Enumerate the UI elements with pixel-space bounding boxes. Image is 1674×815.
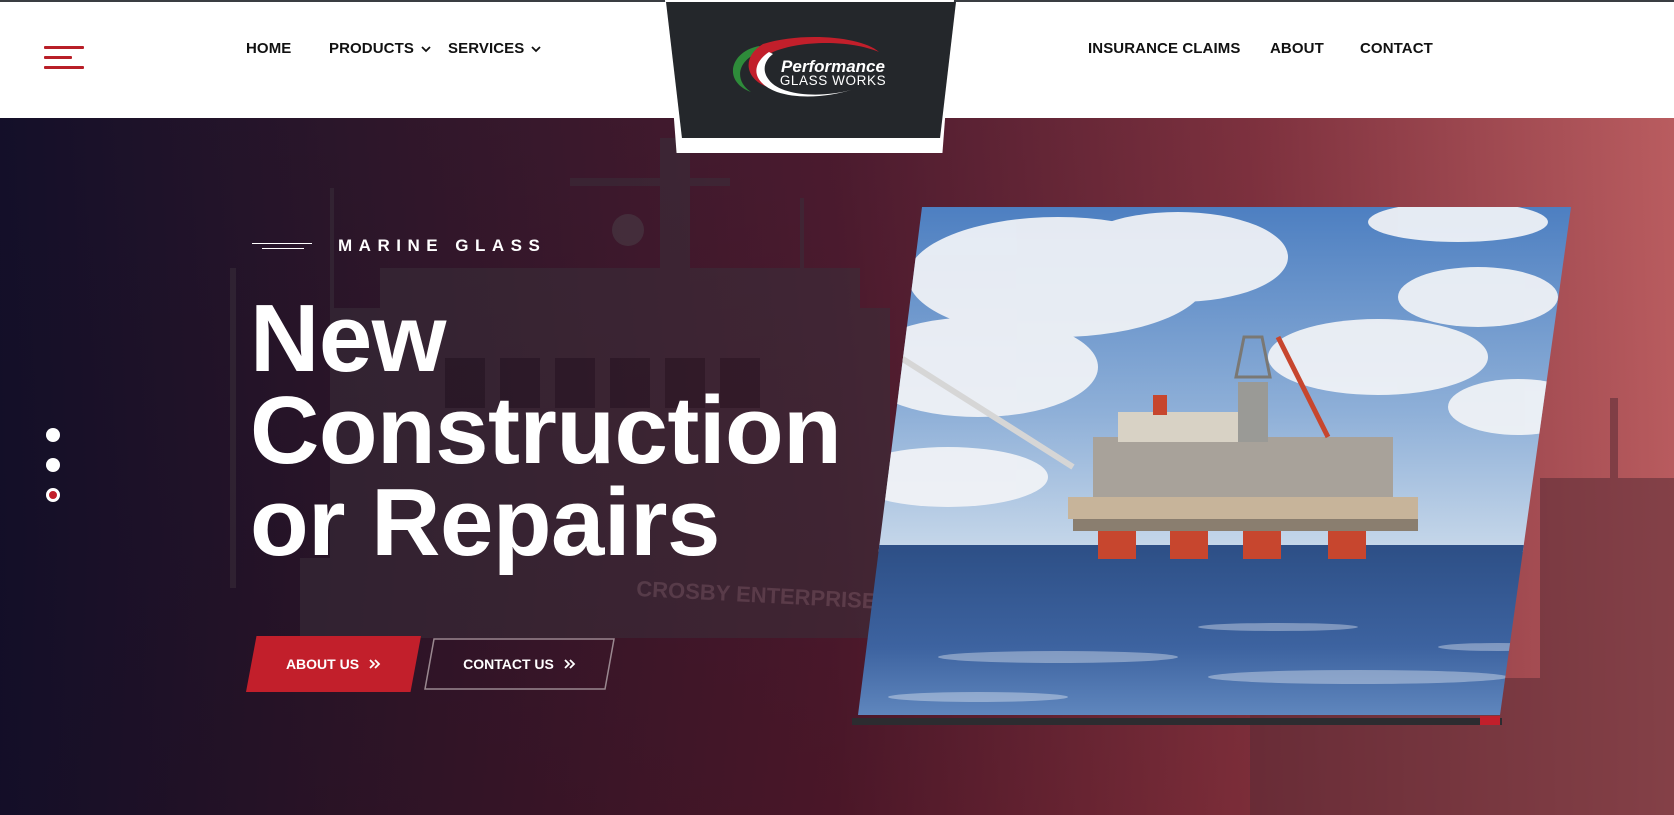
- nav-home-label: HOME: [246, 40, 292, 57]
- nav-about-label: ABOUT: [1270, 40, 1324, 57]
- hero-eyebrow-label: MARINE GLASS: [338, 236, 547, 255]
- slider-dot-3-active[interactable]: [46, 488, 60, 502]
- photo-shadow-bar: [852, 718, 1502, 725]
- oil-rig-image: [858, 207, 1571, 715]
- slider-dot-2[interactable]: [46, 458, 60, 472]
- contact-us-button[interactable]: CONTACT US: [424, 638, 615, 690]
- hero-eyebrow: MARINE GLASS: [252, 236, 546, 256]
- chevron-down-icon: [421, 45, 431, 52]
- headline-line-2: Construction: [250, 377, 842, 484]
- slider-dot-1[interactable]: [46, 428, 60, 442]
- nav-contact[interactable]: CONTACT: [1360, 40, 1433, 57]
- eyebrow-lines-icon: [252, 240, 312, 252]
- nav-insurance-claims-label: INSURANCE CLAIMS: [1088, 40, 1241, 57]
- headline-line-3: or Repairs: [250, 469, 720, 576]
- nav-insurance-claims[interactable]: INSURANCE CLAIMS: [1088, 40, 1240, 57]
- nav-contact-label: CONTACT: [1360, 40, 1433, 57]
- nav-services[interactable]: SERVICES: [448, 40, 542, 57]
- nav-services-label: SERVICES: [448, 40, 525, 57]
- double-chevron-right-icon: [564, 659, 576, 669]
- oil-rig-photo: [858, 207, 1571, 715]
- company-logo[interactable]: Performance GLASS WORKS: [721, 30, 906, 110]
- logo-line2: GLASS WORKS: [780, 73, 886, 88]
- about-us-button-label: ABOUT US: [285, 656, 360, 672]
- chevron-down-icon: [531, 45, 542, 52]
- double-chevron-right-icon: [369, 659, 381, 669]
- nav-products-label: PRODUCTS: [329, 40, 414, 57]
- about-us-button[interactable]: ABOUT US: [246, 636, 421, 692]
- hamburger-menu-icon[interactable]: [44, 46, 84, 70]
- contact-us-button-label: CONTACT US: [463, 656, 554, 672]
- photo-accent-bar: [1480, 716, 1500, 725]
- headline-line-1: New: [250, 285, 446, 392]
- nav-home[interactable]: HOME: [246, 40, 291, 57]
- nav-products[interactable]: PRODUCTS: [329, 40, 432, 57]
- nav-about[interactable]: ABOUT: [1270, 40, 1324, 57]
- slider-pagination: [46, 428, 62, 518]
- hero-headline: New Construction or Repairs: [250, 285, 842, 576]
